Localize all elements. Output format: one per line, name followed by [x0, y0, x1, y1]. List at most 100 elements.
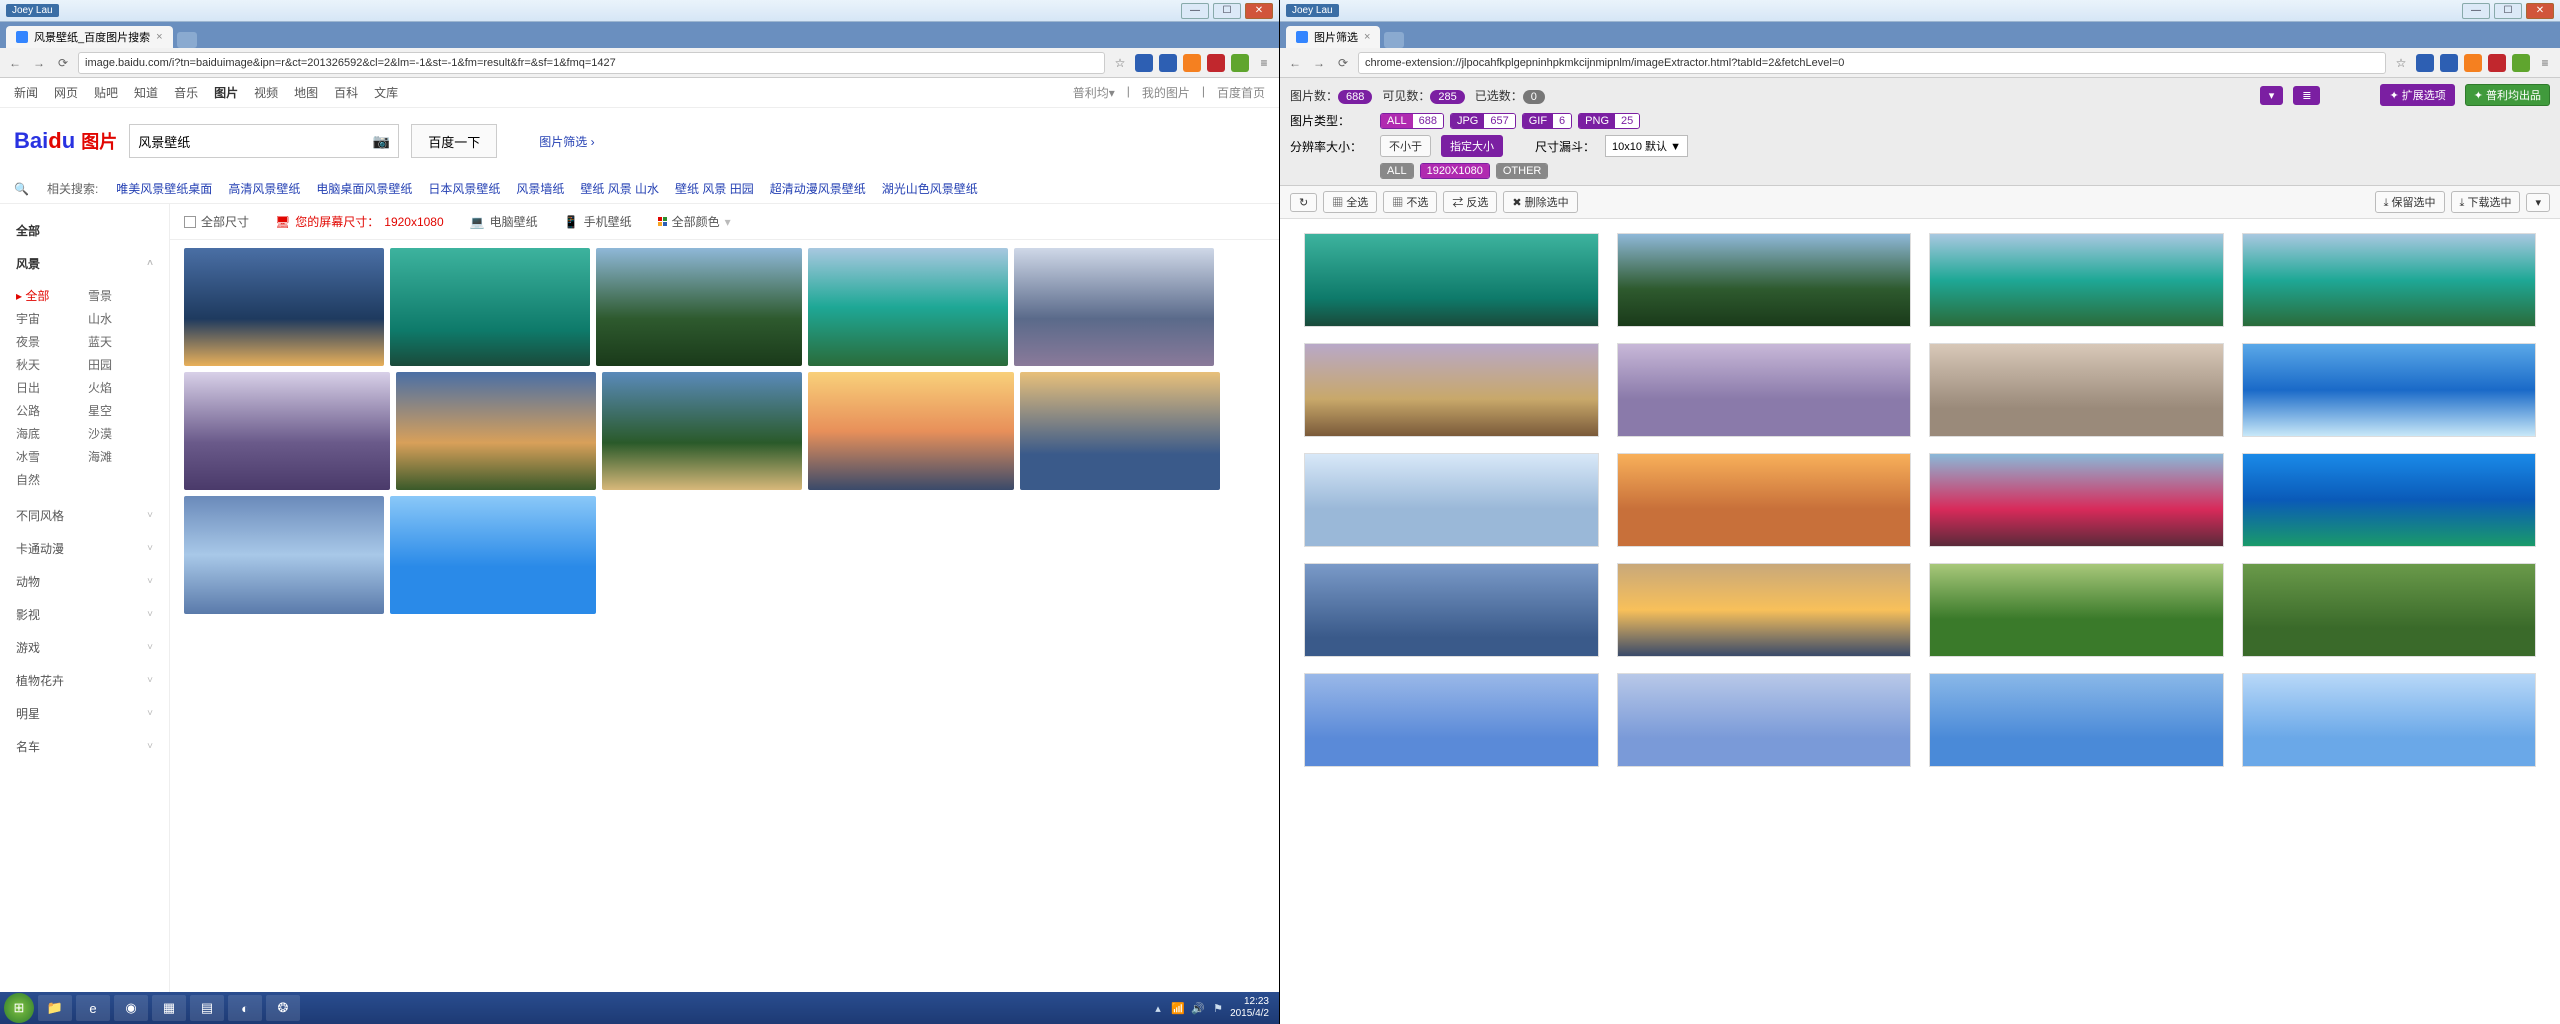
ext-image-thumb[interactable] [2242, 233, 2537, 327]
topnav-地图[interactable]: 地图 [294, 84, 318, 101]
ext-image-thumb[interactable] [1929, 233, 2224, 327]
sidebar-sub-全部[interactable]: 全部 [16, 287, 58, 304]
ext-image-thumb[interactable] [2242, 343, 2537, 437]
topnav-新闻[interactable]: 新闻 [14, 84, 38, 101]
related-link[interactable]: 电脑桌面风景壁纸 [316, 182, 412, 196]
related-link[interactable]: 高清风景壁纸 [228, 182, 300, 196]
tab-close-icon[interactable]: × [156, 31, 162, 43]
tray-net-icon[interactable]: 📶 [1170, 1000, 1186, 1016]
sidebar-cat-scenery[interactable]: 风景˄ [0, 247, 169, 280]
sidebar-sub-星空[interactable]: 星空 [88, 402, 130, 419]
sidebar-sub-海滩[interactable]: 海滩 [88, 448, 130, 465]
result-image[interactable] [808, 372, 1014, 490]
win-min-right[interactable]: — [2462, 3, 2490, 19]
funnel-button[interactable]: ▾ [2260, 86, 2284, 105]
sidebar-sub-公路[interactable]: 公路 [16, 402, 58, 419]
result-image[interactable] [1014, 248, 1214, 366]
topnav-网页[interactable]: 网页 [54, 84, 78, 101]
nav-back-icon[interactable]: ← [6, 54, 24, 72]
res-pill-OTHER[interactable]: OTHER [1496, 163, 1549, 179]
res-pill-1920X1080[interactable]: 1920X1080 [1420, 163, 1490, 179]
ext-image-thumb[interactable] [1929, 563, 2224, 657]
ext-image-thumb[interactable] [1304, 453, 1599, 547]
new-tab-button[interactable] [1384, 32, 1404, 48]
funnel-select[interactable]: 10x10 默认 ▼ [1605, 135, 1688, 157]
taskbar-app4[interactable]: ❂ [266, 995, 300, 1021]
toolbar-btn[interactable]: ⤓ 保留选中 [2375, 191, 2445, 213]
result-image[interactable] [602, 372, 802, 490]
ext-image-thumb[interactable] [1929, 453, 2224, 547]
sidebar-item-动物[interactable]: 动物˅ [0, 565, 169, 598]
tray-up-icon[interactable]: ▴ [1150, 1000, 1166, 1016]
result-image[interactable] [390, 248, 590, 366]
ext-image-thumb[interactable] [1304, 563, 1599, 657]
sidebar-sub-冰雪[interactable]: 冰雪 [16, 448, 58, 465]
ext-icon-abp[interactable] [2488, 54, 2506, 72]
sidebar-all[interactable]: 全部 [0, 214, 169, 247]
sidebar-item-不同风格[interactable]: 不同风格˅ [0, 499, 169, 532]
advanced-filter-link[interactable]: 图片筛选 › [539, 133, 594, 150]
ext-image-thumb[interactable] [1617, 453, 1912, 547]
sidebar-sub-秋天[interactable]: 秋天 [16, 356, 58, 373]
result-image[interactable] [184, 372, 390, 490]
win-close-right[interactable]: ✕ [2526, 3, 2554, 19]
sidebar-sub-田园[interactable]: 田园 [88, 356, 130, 373]
ext-image-thumb[interactable] [1617, 563, 1912, 657]
url-input[interactable]: image.baidu.com/i?tn=baiduimage&ipn=r&ct… [78, 52, 1105, 74]
ext-options-button[interactable]: ✦ 扩展选项 [2380, 84, 2454, 106]
browser-tab-left[interactable]: 风景壁纸_百度图片搜索 × [6, 26, 173, 48]
bookmark-icon[interactable]: ☆ [1111, 54, 1129, 72]
topnav-百科[interactable]: 百科 [334, 84, 358, 101]
taskbar-ie[interactable]: e [76, 995, 110, 1021]
related-link[interactable]: 壁纸 风景 山水 [580, 182, 659, 196]
related-link[interactable]: 唯美风景壁纸桌面 [116, 182, 212, 196]
filter-allcolor[interactable]: 全部颜色 ▾ [658, 213, 731, 230]
result-image[interactable] [396, 372, 596, 490]
related-link[interactable]: 湖光山色风景壁纸 [882, 182, 978, 196]
ext-icon-2[interactable] [2440, 54, 2458, 72]
win-min-left[interactable]: — [1181, 3, 1209, 19]
taskbar-app1[interactable]: ▦ [152, 995, 186, 1021]
tray-flag-icon[interactable]: ⚑ [1210, 1000, 1226, 1016]
ext-icon-abp[interactable] [1207, 54, 1225, 72]
ext-icon-1[interactable] [2416, 54, 2434, 72]
win-max-left[interactable]: ☐ [1213, 3, 1241, 19]
search-input[interactable]: 风景壁纸 📷 [129, 124, 399, 158]
filter-screensize[interactable]: 🖥您的屏幕尺寸：1920x1080 [275, 213, 444, 230]
result-image[interactable] [184, 248, 384, 366]
chrome-menu-icon[interactable]: ≡ [2536, 54, 2554, 72]
browser-tab-right[interactable]: 图片筛选 × [1286, 26, 1380, 48]
ext-icon-3[interactable] [2464, 54, 2482, 72]
ext-image-thumb[interactable] [1929, 673, 2224, 767]
nav-back-icon[interactable]: ← [1286, 54, 1304, 72]
type-pill-PNG[interactable]: PNG25 [1578, 113, 1640, 129]
ext-image-thumb[interactable] [1304, 233, 1599, 327]
sidebar-sub-蓝天[interactable]: 蓝天 [88, 333, 130, 350]
camera-icon[interactable]: 📷 [373, 133, 390, 150]
taskbar-explorer[interactable]: 📁 [38, 995, 72, 1021]
related-link[interactable]: 日本风景壁纸 [428, 182, 500, 196]
sidebar-sub-雪景[interactable]: 雪景 [88, 287, 130, 304]
ext-image-thumb[interactable] [1617, 233, 1912, 327]
taskbar-app3[interactable]: ◐ [228, 995, 262, 1021]
ext-image-thumb[interactable] [1304, 673, 1599, 767]
topnav-文库[interactable]: 文库 [374, 84, 398, 101]
related-link[interactable]: 风景墙纸 [516, 182, 564, 196]
result-image[interactable] [808, 248, 1008, 366]
toolbar-btn[interactable]: ↻ [1290, 193, 1317, 212]
ext-icon-5[interactable] [1231, 54, 1249, 72]
sidebar-item-影视[interactable]: 影视˅ [0, 598, 169, 631]
taskbar-clock[interactable]: 12:23 2015/4/2 [1230, 996, 1275, 1020]
ext-image-thumb[interactable] [2242, 453, 2537, 547]
topnav-right-item[interactable]: 我的图片 [1142, 84, 1190, 101]
result-image[interactable] [1020, 372, 1220, 490]
toolbar-btn[interactable]: ✖ 删除选中 [1503, 191, 1577, 213]
topnav-right-item[interactable]: 普利均▾ [1073, 84, 1115, 101]
sidebar-item-名车[interactable]: 名车˅ [0, 730, 169, 763]
sidebar-item-植物花卉[interactable]: 植物花卉˅ [0, 664, 169, 697]
bookmark-icon[interactable]: ☆ [2392, 54, 2410, 72]
nav-fwd-icon[interactable]: → [30, 54, 48, 72]
taskbar-app2[interactable]: ▤ [190, 995, 224, 1021]
sidebar-item-卡通动漫[interactable]: 卡通动漫˅ [0, 532, 169, 565]
ext-image-thumb[interactable] [2242, 563, 2537, 657]
